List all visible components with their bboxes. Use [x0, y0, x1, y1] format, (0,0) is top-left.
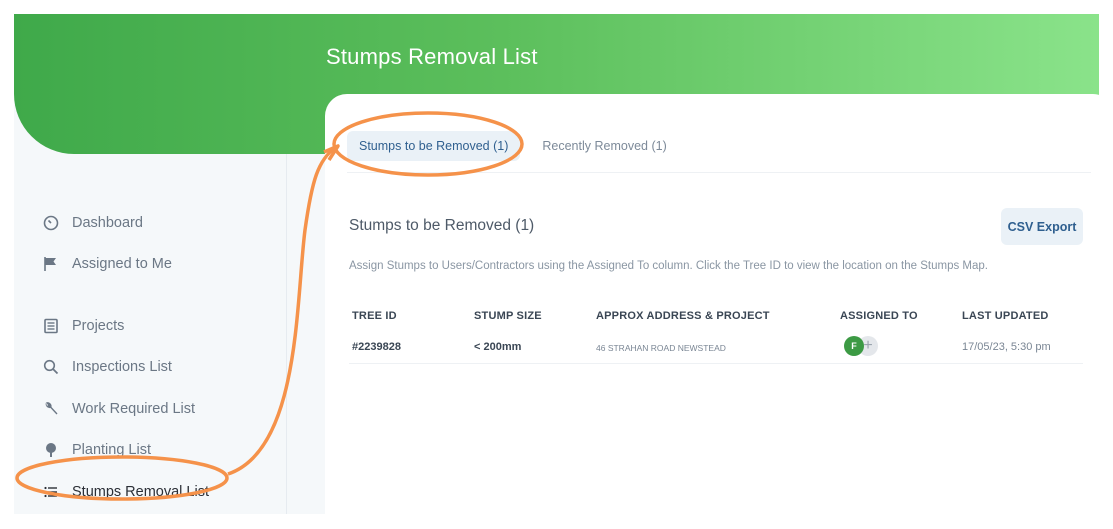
- tabs-divider: [347, 172, 1091, 173]
- wrench-icon: [42, 400, 60, 418]
- assignee-avatar[interactable]: F: [844, 336, 864, 356]
- column-header-last-updated[interactable]: LAST UPDATED: [962, 310, 1049, 322]
- main-card: Stumps to be Removed (1) Recently Remove…: [325, 94, 1099, 514]
- address-cell: 46 STRAHAN ROAD NEWSTEAD: [596, 343, 726, 353]
- column-header-stump-size[interactable]: STUMP SIZE: [474, 310, 542, 322]
- sidebar-item-inspections-list[interactable]: Inspections List: [42, 355, 172, 379]
- column-header-assigned-to[interactable]: ASSIGNED TO: [840, 310, 918, 322]
- sidebar-item-label: Inspections List: [72, 359, 172, 375]
- column-header-tree-id[interactable]: TREE ID: [352, 310, 397, 322]
- section-title: Stumps to be Removed (1): [349, 217, 535, 234]
- page-title: Stumps Removal List: [326, 44, 538, 69]
- last-updated-cell: 17/05/23, 5:30 pm: [962, 341, 1051, 353]
- sidebar-item-label: Work Required List: [72, 401, 196, 417]
- sidebar-item-stumps-removal-list[interactable]: Stumps Removal List: [42, 480, 209, 504]
- sidebar-item-label: Assigned to Me: [72, 256, 172, 272]
- csv-export-button[interactable]: CSV Export: [1001, 208, 1083, 245]
- sidebar-item-planting-list[interactable]: Planting List: [42, 438, 151, 462]
- sidebar-item-label: Planting List: [72, 442, 151, 458]
- column-header-address[interactable]: APPROX ADDRESS & PROJECT: [596, 310, 770, 322]
- sidebar-item-work-required-list[interactable]: Work Required List: [42, 397, 195, 421]
- app-frame: Stumps Removal List Dashboard Assigned t…: [14, 14, 1099, 514]
- dashboard-gauge-icon: [42, 214, 60, 232]
- document-list-icon: [42, 317, 60, 335]
- table-row-divider: [349, 363, 1083, 364]
- sidebar-item-assigned-to-me[interactable]: Assigned to Me: [42, 252, 172, 276]
- stump-size-cell: < 200mm: [474, 341, 522, 353]
- sidebar-item-label: Dashboard: [72, 215, 143, 231]
- sidebar-item-projects[interactable]: Projects: [42, 314, 124, 338]
- tree-id-link[interactable]: #2239828: [352, 341, 401, 353]
- flag-icon: [42, 255, 60, 273]
- section-description: Assign Stumps to Users/Contractors using…: [349, 260, 988, 272]
- sidebar: Dashboard Assigned to Me Projects Inspec…: [14, 154, 287, 514]
- sidebar-item-label: Projects: [72, 318, 125, 334]
- tree-icon: [42, 441, 60, 459]
- list-icon: [42, 483, 60, 501]
- tab-stumps-to-be-removed[interactable]: Stumps to be Removed (1): [347, 131, 521, 161]
- search-icon: [42, 358, 60, 376]
- sidebar-item-label: Stumps Removal List: [72, 484, 209, 500]
- sidebar-item-dashboard[interactable]: Dashboard: [42, 211, 143, 235]
- tab-bar: Stumps to be Removed (1) Recently Remove…: [347, 130, 689, 162]
- tab-recently-removed[interactable]: Recently Removed (1): [530, 131, 678, 161]
